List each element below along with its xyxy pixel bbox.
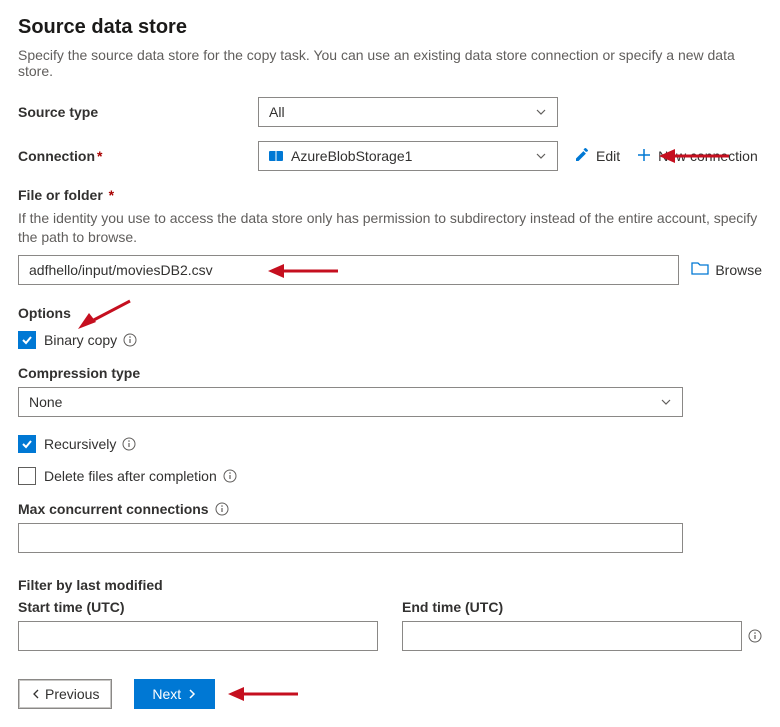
- page-title: Source data store: [18, 16, 762, 39]
- binary-copy-checkbox[interactable]: [18, 331, 36, 349]
- source-type-select[interactable]: All: [258, 97, 558, 127]
- connection-value: AzureBlobStorage1: [291, 148, 412, 164]
- info-icon[interactable]: [748, 629, 762, 643]
- info-icon[interactable]: [122, 437, 136, 451]
- browse-label: Browse: [715, 262, 762, 278]
- plus-icon: [636, 147, 652, 166]
- chevron-right-icon: [187, 689, 197, 699]
- chevron-down-icon: [535, 150, 547, 162]
- delete-files-checkbox[interactable]: [18, 467, 36, 485]
- previous-label: Previous: [45, 686, 99, 702]
- source-type-label: Source type: [18, 104, 258, 120]
- new-connection-button[interactable]: New connection: [636, 147, 758, 166]
- file-folder-input[interactable]: [18, 255, 679, 285]
- chevron-down-icon: [535, 106, 547, 118]
- info-icon[interactable]: [123, 333, 137, 347]
- previous-button[interactable]: Previous: [18, 679, 112, 709]
- new-connection-label: New connection: [658, 148, 758, 164]
- delete-files-label: Delete files after completion: [44, 468, 217, 484]
- compression-type-label: Compression type: [18, 365, 762, 381]
- info-icon[interactable]: [215, 502, 229, 516]
- compression-type-select[interactable]: None: [18, 387, 683, 417]
- edit-connection-label: Edit: [596, 148, 620, 164]
- next-button[interactable]: Next: [134, 679, 215, 709]
- recursively-label: Recursively: [44, 436, 116, 452]
- edit-connection-button[interactable]: Edit: [574, 147, 620, 166]
- max-conn-label: Max concurrent connections: [18, 501, 209, 517]
- pencil-icon: [574, 147, 590, 166]
- binary-copy-label: Binary copy: [44, 332, 117, 348]
- connection-label: Connection*: [18, 148, 258, 164]
- start-time-label: Start time (UTC): [18, 599, 378, 615]
- page-description: Specify the source data store for the co…: [18, 47, 762, 79]
- browse-button[interactable]: Browse: [691, 260, 762, 279]
- file-folder-help: If the identity you use to access the da…: [18, 209, 762, 247]
- next-label: Next: [152, 686, 181, 702]
- options-label: Options: [18, 305, 762, 321]
- recursively-checkbox[interactable]: [18, 435, 36, 453]
- end-time-input[interactable]: [402, 621, 742, 651]
- source-type-value: All: [269, 104, 285, 120]
- start-time-input[interactable]: [18, 621, 378, 651]
- annotation-arrow: [228, 683, 298, 705]
- filter-label: Filter by last modified: [18, 577, 762, 593]
- chevron-down-icon: [660, 396, 672, 408]
- file-folder-label: File or folder: [18, 187, 103, 203]
- folder-icon: [691, 260, 709, 279]
- chevron-left-icon: [31, 689, 41, 699]
- azure-storage-icon: [269, 151, 283, 161]
- compression-type-value: None: [29, 394, 62, 410]
- max-conn-input[interactable]: [18, 523, 683, 553]
- end-time-label: End time (UTC): [402, 599, 762, 615]
- connection-select[interactable]: AzureBlobStorage1: [258, 141, 558, 171]
- info-icon[interactable]: [223, 469, 237, 483]
